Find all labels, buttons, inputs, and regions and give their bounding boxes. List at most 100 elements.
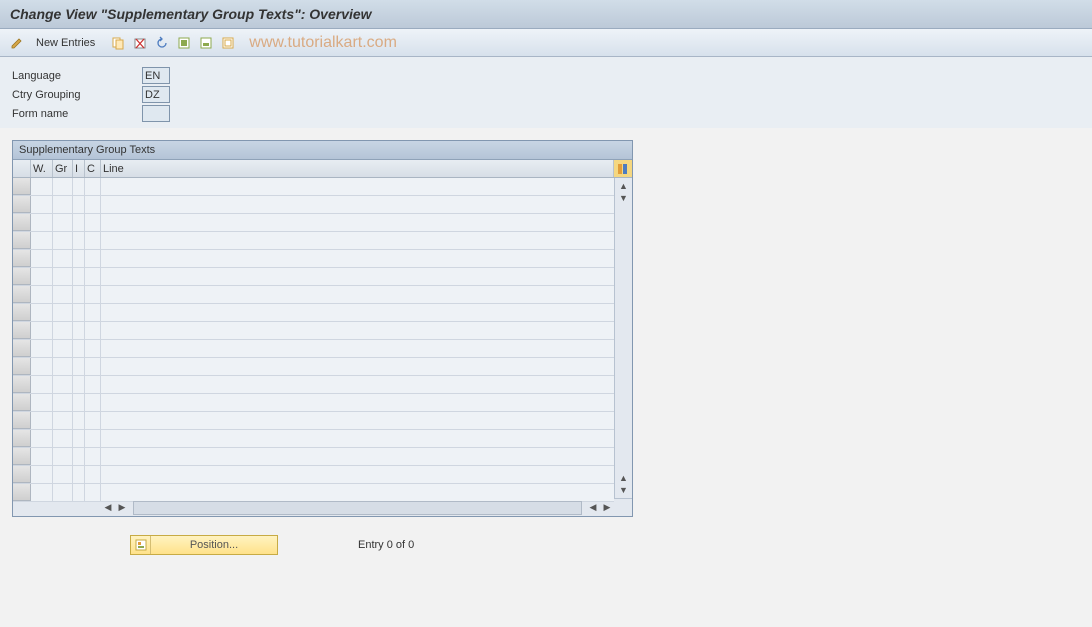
cell-w[interactable] [31, 466, 53, 483]
cell-gr[interactable] [53, 232, 73, 249]
cell-line[interactable] [101, 268, 614, 285]
form-name-field[interactable] [142, 105, 170, 122]
cell-line[interactable] [101, 286, 614, 303]
column-i[interactable]: I [73, 160, 85, 177]
cell-w[interactable] [31, 484, 53, 501]
table-row[interactable] [13, 394, 614, 412]
cell-w[interactable] [31, 214, 53, 231]
cell-c[interactable] [85, 358, 101, 375]
row-selector[interactable] [13, 358, 31, 375]
row-selector[interactable] [13, 340, 31, 357]
cell-c[interactable] [85, 394, 101, 411]
row-selector[interactable] [13, 430, 31, 447]
cell-w[interactable] [31, 412, 53, 429]
cell-line[interactable] [101, 340, 614, 357]
cell-c[interactable] [85, 196, 101, 213]
cell-c[interactable] [85, 466, 101, 483]
table-row[interactable] [13, 196, 614, 214]
cell-gr[interactable] [53, 304, 73, 321]
cell-gr[interactable] [53, 448, 73, 465]
scroll-up-icon[interactable]: ▲ [617, 180, 631, 192]
cell-gr[interactable] [53, 430, 73, 447]
scroll-right2-icon[interactable]: ▶ [600, 502, 614, 514]
cell-line[interactable] [101, 250, 614, 267]
vertical-scrollbar[interactable]: ▲ ▼ ▲ ▼ [614, 178, 632, 498]
cell-w[interactable] [31, 394, 53, 411]
deselect-all-icon[interactable] [219, 34, 237, 52]
cell-i[interactable] [73, 250, 85, 267]
cell-i[interactable] [73, 430, 85, 447]
select-all-icon[interactable] [175, 34, 193, 52]
cell-gr[interactable] [53, 358, 73, 375]
cell-i[interactable] [73, 232, 85, 249]
language-field[interactable] [142, 67, 170, 84]
edit-icon[interactable] [8, 34, 26, 52]
ctry-grouping-field[interactable] [142, 86, 170, 103]
copy-icon[interactable] [109, 34, 127, 52]
table-row[interactable] [13, 250, 614, 268]
cell-gr[interactable] [53, 250, 73, 267]
cell-i[interactable] [73, 466, 85, 483]
delete-icon[interactable] [131, 34, 149, 52]
cell-line[interactable] [101, 466, 614, 483]
cell-gr[interactable] [53, 196, 73, 213]
table-row[interactable] [13, 268, 614, 286]
row-selector[interactable] [13, 178, 31, 195]
table-row[interactable] [13, 232, 614, 250]
cell-line[interactable] [101, 196, 614, 213]
cell-i[interactable] [73, 448, 85, 465]
cell-w[interactable] [31, 196, 53, 213]
cell-line[interactable] [101, 214, 614, 231]
horizontal-scrollbar[interactable]: ◀ ▶ ◀ ▶ [13, 498, 632, 516]
cell-i[interactable] [73, 214, 85, 231]
cell-gr[interactable] [53, 466, 73, 483]
cell-i[interactable] [73, 358, 85, 375]
column-w[interactable]: W. [31, 160, 53, 177]
cell-line[interactable] [101, 394, 614, 411]
row-selector[interactable] [13, 448, 31, 465]
row-selector[interactable] [13, 376, 31, 393]
cell-w[interactable] [31, 340, 53, 357]
cell-line[interactable] [101, 412, 614, 429]
table-row[interactable] [13, 376, 614, 394]
table-row[interactable] [13, 358, 614, 376]
cell-i[interactable] [73, 394, 85, 411]
row-selector[interactable] [13, 250, 31, 267]
table-row[interactable] [13, 214, 614, 232]
cell-gr[interactable] [53, 214, 73, 231]
cell-c[interactable] [85, 232, 101, 249]
cell-gr[interactable] [53, 412, 73, 429]
cell-line[interactable] [101, 448, 614, 465]
cell-c[interactable] [85, 250, 101, 267]
cell-c[interactable] [85, 340, 101, 357]
cell-i[interactable] [73, 340, 85, 357]
position-button[interactable]: Position... [130, 535, 278, 555]
cell-w[interactable] [31, 250, 53, 267]
cell-line[interactable] [101, 376, 614, 393]
cell-c[interactable] [85, 214, 101, 231]
cell-w[interactable] [31, 322, 53, 339]
row-selector[interactable] [13, 214, 31, 231]
cell-w[interactable] [31, 268, 53, 285]
table-row[interactable] [13, 466, 614, 484]
scroll-up2-icon[interactable]: ▲ [617, 472, 631, 484]
table-row[interactable] [13, 448, 614, 466]
table-row[interactable] [13, 286, 614, 304]
cell-line[interactable] [101, 322, 614, 339]
table-row[interactable] [13, 178, 614, 196]
scroll-down2-icon[interactable]: ▼ [617, 484, 631, 496]
cell-i[interactable] [73, 322, 85, 339]
scroll-right-icon[interactable]: ▶ [115, 502, 129, 514]
table-row[interactable] [13, 304, 614, 322]
new-entries-button[interactable]: New Entries [30, 35, 101, 51]
cell-c[interactable] [85, 322, 101, 339]
cell-w[interactable] [31, 376, 53, 393]
cell-c[interactable] [85, 268, 101, 285]
cell-i[interactable] [73, 178, 85, 195]
row-selector[interactable] [13, 466, 31, 483]
table-row[interactable] [13, 340, 614, 358]
select-block-icon[interactable] [197, 34, 215, 52]
cell-w[interactable] [31, 286, 53, 303]
cell-i[interactable] [73, 268, 85, 285]
cell-w[interactable] [31, 304, 53, 321]
